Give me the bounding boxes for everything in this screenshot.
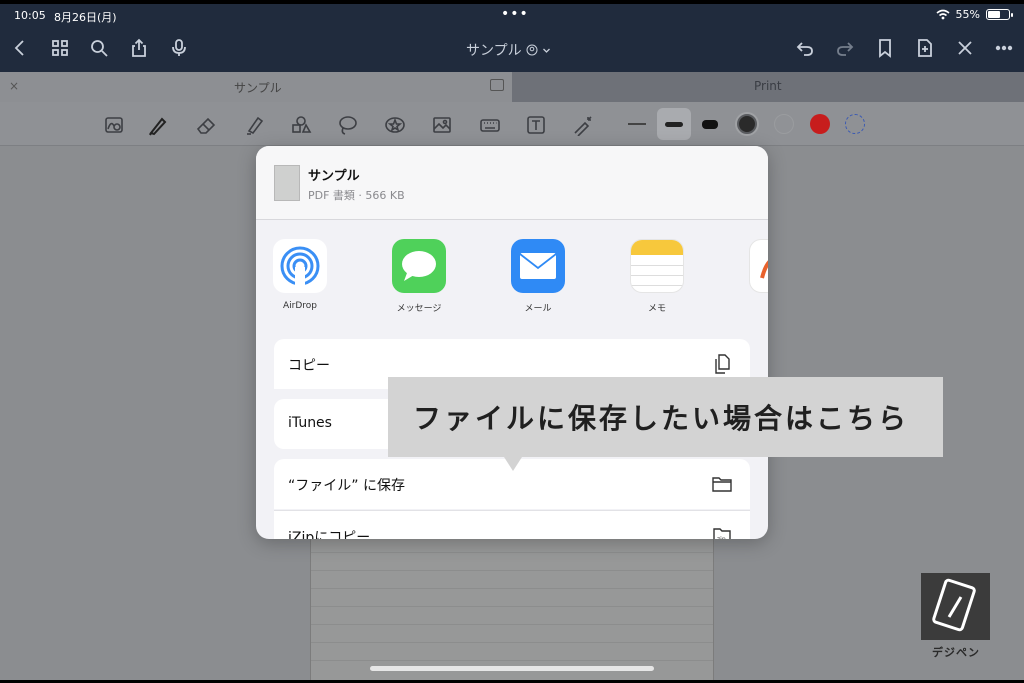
messages-icon bbox=[392, 239, 446, 293]
copy-icon bbox=[710, 352, 734, 376]
watermark-text: デジペン bbox=[932, 646, 980, 659]
share-sheet-header: サンプル PDF 書類 · 566 KB bbox=[256, 146, 768, 220]
account-icon bbox=[526, 44, 538, 56]
search-icon[interactable] bbox=[87, 36, 111, 60]
color-white[interactable] bbox=[774, 114, 794, 134]
share-app-notes[interactable]: メモ bbox=[617, 239, 697, 314]
grid-icon[interactable] bbox=[48, 36, 72, 60]
action-label: “ファイル” に保存 bbox=[288, 478, 405, 494]
share-app-freeform[interactable]: フリ bbox=[736, 239, 768, 314]
file-thumbnail bbox=[274, 165, 300, 201]
tab-label-print[interactable]: Print bbox=[754, 79, 782, 93]
wifi-icon bbox=[936, 9, 950, 20]
add-color-icon[interactable] bbox=[845, 114, 865, 134]
status-time: 10:05 bbox=[14, 9, 46, 22]
share-sheet: サンプル PDF 書類 · 566 KB AirDrop メッセージ メール メ… bbox=[256, 146, 768, 539]
izip-icon: zip bbox=[710, 524, 734, 539]
keyboard-icon[interactable] bbox=[477, 112, 503, 138]
color-red[interactable] bbox=[810, 114, 830, 134]
color-black[interactable] bbox=[737, 114, 757, 134]
thick-line-option[interactable] bbox=[698, 108, 722, 140]
pen-icon[interactable] bbox=[145, 112, 171, 138]
status-right: 55% bbox=[936, 8, 1013, 21]
sticker-icon[interactable] bbox=[382, 112, 408, 138]
text-box-icon[interactable] bbox=[523, 112, 549, 138]
more-icon[interactable] bbox=[992, 36, 1016, 60]
medium-line-option[interactable] bbox=[657, 108, 691, 140]
microphone-icon[interactable] bbox=[167, 36, 191, 60]
image-icon[interactable] bbox=[429, 112, 455, 138]
app-label: メッセージ bbox=[396, 304, 442, 314]
file-meta: PDF 書類 · 566 KB bbox=[308, 189, 405, 202]
lasso-zoom-icon[interactable] bbox=[101, 112, 127, 138]
app-label: AirDrop bbox=[282, 301, 317, 311]
tab-label-sample[interactable]: サンプル bbox=[234, 79, 282, 96]
thin-line-option[interactable] bbox=[626, 108, 648, 140]
app-label: フリ bbox=[736, 301, 768, 314]
folder-icon bbox=[710, 472, 734, 496]
app-label: メモ bbox=[647, 304, 666, 314]
app-label: メール bbox=[524, 304, 552, 314]
navigation-bar: 10:05 8月26日(月) ••• 55% サンプル bbox=[0, 4, 1024, 72]
notes-icon bbox=[630, 239, 684, 293]
lasso-icon[interactable] bbox=[335, 112, 361, 138]
watermark-logo bbox=[921, 573, 990, 640]
document-title: サンプル bbox=[466, 43, 522, 59]
share-app-messages[interactable]: メッセージ bbox=[379, 239, 459, 314]
bookmark-icon[interactable] bbox=[873, 36, 897, 60]
tablet-pen-icon bbox=[932, 578, 976, 632]
document-title-button[interactable]: サンプル bbox=[466, 40, 551, 60]
share-icon[interactable] bbox=[127, 36, 151, 60]
action-label: コピー bbox=[288, 358, 330, 374]
action-label: iTunes bbox=[288, 415, 332, 431]
callout-pointer bbox=[504, 457, 522, 471]
back-icon[interactable] bbox=[8, 36, 32, 60]
mail-icon bbox=[511, 239, 565, 293]
share-app-airdrop[interactable]: AirDrop bbox=[260, 239, 340, 311]
close-icon[interactable] bbox=[953, 36, 977, 60]
share-app-mail[interactable]: メール bbox=[498, 239, 578, 314]
svg-text:zip: zip bbox=[717, 536, 726, 539]
izip-copy-action[interactable]: iZipにコピー zip bbox=[274, 510, 750, 539]
status-date: 8月26日(月) bbox=[54, 11, 117, 24]
redo-icon[interactable] bbox=[833, 36, 857, 60]
notebook-page bbox=[310, 534, 714, 680]
airdrop-icon bbox=[273, 239, 327, 293]
multitasking-dots[interactable]: ••• bbox=[501, 6, 529, 22]
undo-icon[interactable] bbox=[793, 36, 817, 60]
tab-close-icon[interactable]: × bbox=[9, 79, 19, 93]
add-page-icon[interactable] bbox=[913, 36, 937, 60]
file-name: サンプル bbox=[308, 169, 360, 184]
annotation-callout: ファイルに保存したい場合はこちら bbox=[388, 377, 943, 457]
eraser-icon[interactable] bbox=[193, 112, 219, 138]
action-label: iZipにコピー bbox=[288, 530, 371, 539]
callout-text: ファイルに保存したい場合はこちら bbox=[413, 402, 910, 435]
highlighter-icon[interactable] bbox=[242, 112, 268, 138]
home-indicator[interactable] bbox=[370, 666, 654, 671]
shapes-icon[interactable] bbox=[288, 112, 314, 138]
ipad-screen: 10:05 8月26日(月) ••• 55% サンプル × サンプル Print bbox=[0, 4, 1024, 680]
chevron-down-icon bbox=[542, 48, 550, 53]
split-view-icon[interactable] bbox=[490, 79, 504, 91]
laser-pointer-icon[interactable] bbox=[570, 112, 596, 138]
battery-icon bbox=[986, 9, 1013, 20]
freeform-icon bbox=[749, 239, 768, 293]
battery-percent: 55% bbox=[955, 8, 980, 21]
